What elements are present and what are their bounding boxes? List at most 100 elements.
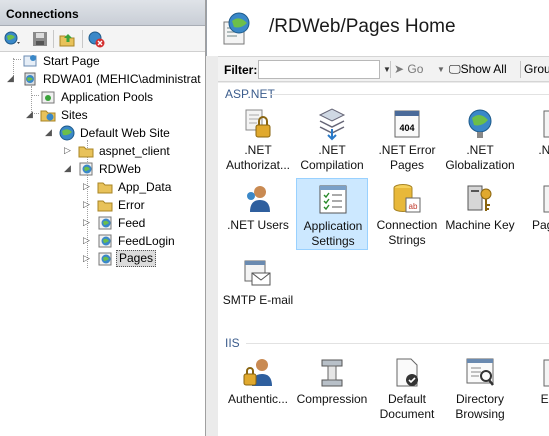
- expand-toggle[interactable]: ▷: [83, 218, 92, 227]
- tree-item-label: Start Page: [43, 54, 100, 68]
- lock-icon: [245, 109, 271, 138]
- feature-label: Default Document: [379, 392, 435, 421]
- tree-item-label: Error: [118, 198, 145, 212]
- feature-label: Pag Co: [531, 218, 549, 232]
- connections-toolbar: [0, 26, 205, 52]
- expand-toggle[interactable]: ▷: [64, 146, 73, 155]
- tree-item-label: Application Pools: [61, 90, 154, 104]
- feature-net-error-pages[interactable]: 404 .NET Error Pages: [371, 103, 443, 175]
- feature-compression[interactable]: Compression: [296, 352, 368, 424]
- collapse-toggle[interactable]: ◢: [45, 128, 54, 137]
- expand-toggle[interactable]: ▷: [83, 182, 92, 191]
- collapse-toggle[interactable]: ◢: [64, 164, 73, 173]
- authentication-icon: [243, 359, 272, 386]
- feature-label: .NET Compilation: [300, 143, 364, 172]
- feature-net-compilation[interactable]: .NET Compilation: [296, 103, 368, 175]
- section-title-iis: IIS: [225, 336, 240, 350]
- filter-input[interactable]: [258, 60, 380, 79]
- delete-connection-icon[interactable]: [87, 30, 105, 48]
- save-icon[interactable]: [31, 30, 49, 48]
- web-application-icon: [223, 12, 250, 45]
- web-application-icon: [79, 162, 93, 176]
- go-label: Go: [407, 62, 424, 76]
- tree-item-label: Feed: [118, 216, 146, 230]
- mail-icon: [244, 260, 271, 286]
- feature-net-users[interactable]: .NET Users: [222, 178, 294, 250]
- document-icon: [543, 185, 549, 213]
- folder-icon: [97, 182, 113, 194]
- expand-toggle[interactable]: ▷: [83, 254, 92, 263]
- web-application-icon: [98, 234, 112, 248]
- feature-label: Application Settings: [303, 219, 363, 248]
- tree-item-label: RDWA01 (MEHIC\administrat: [43, 72, 201, 86]
- filter-label: Filter:: [224, 63, 258, 77]
- server-icon: [24, 72, 36, 86]
- show-all-icon: 🖵: [449, 62, 461, 76]
- feature-net-globalization[interactable]: .NET Globalization: [444, 103, 516, 175]
- feature-directory-browsing[interactable]: Directory Browsing: [444, 352, 516, 424]
- chevron-down-icon[interactable]: ▼: [437, 65, 445, 74]
- web-application-icon: [98, 252, 112, 266]
- go-button[interactable]: ➤ Go: [394, 62, 423, 76]
- application-pools-icon: [41, 91, 55, 104]
- globe-icon: [468, 109, 492, 138]
- folder-icon: [97, 200, 113, 212]
- features-pane: /RDWeb/Pages Home Filter: ▼ ➤ Go ▼ 🖵Show…: [206, 0, 549, 436]
- tree-item-label: App_Data: [118, 180, 172, 194]
- feature-label: Directory Browsing: [455, 392, 505, 421]
- feature-net-partial[interactable]: .NET: [516, 103, 549, 175]
- sites-icon: [40, 110, 56, 122]
- feature-pages-controls[interactable]: Pag Co: [516, 178, 549, 250]
- filter-toolbar: Filter: ▼ ➤ Go ▼ 🖵Show All Group: [218, 56, 549, 82]
- up-icon[interactable]: [58, 30, 76, 48]
- tree-item-label: Sites: [61, 108, 88, 122]
- compression-icon: [321, 359, 343, 387]
- tree-item-label: aspnet_client: [99, 144, 170, 158]
- page-header: /RDWeb/Pages Home: [206, 0, 549, 56]
- database-icon: ab: [393, 184, 421, 213]
- collapse-toggle[interactable]: ◢: [26, 110, 35, 119]
- tree-item-label: Default Web Site: [80, 126, 170, 140]
- feature-label: Machine Key: [445, 218, 515, 232]
- compilation-icon: [318, 108, 346, 141]
- feature-net-authorization[interactable]: .NET Authorizat...: [222, 103, 294, 175]
- users-icon: [247, 186, 270, 212]
- settings-list-icon: [319, 185, 347, 214]
- feature-label: .NET Error Pages: [378, 143, 436, 172]
- show-all-button[interactable]: 🖵Show All: [449, 62, 507, 77]
- show-all-label: Show All: [460, 62, 507, 76]
- expand-toggle[interactable]: ▷: [83, 236, 92, 245]
- connect-icon[interactable]: [3, 30, 21, 48]
- feature-label: .NET Globalization: [445, 143, 515, 172]
- default-document-icon: [396, 358, 418, 387]
- tree-item-label: FeedLogin: [118, 234, 175, 248]
- feature-label: Connection Strings: [376, 218, 438, 247]
- document-icon: [543, 110, 549, 138]
- svg-text:ab: ab: [409, 202, 418, 211]
- page-title: /RDWeb/Pages Home: [269, 16, 456, 37]
- folder-icon: [78, 146, 94, 158]
- error-page-icon: 404: [394, 110, 420, 138]
- feature-application-settings[interactable]: Application Settings: [296, 178, 368, 250]
- connections-pane: Connections Start Page ◢ RDWA01 (MEHIC\a…: [0, 0, 206, 436]
- features-view: ASP.NET .NET Authorizat... .NET Compilat…: [218, 83, 549, 436]
- feature-connection-strings[interactable]: ab Connection Strings: [371, 178, 443, 250]
- web-application-icon: [98, 216, 112, 230]
- feature-authentication[interactable]: Authentic...: [222, 352, 294, 424]
- feature-default-document[interactable]: Default Document: [371, 352, 443, 424]
- connections-title: Connections: [0, 0, 205, 26]
- go-icon: ➤: [394, 62, 408, 76]
- start-page-icon: [23, 55, 37, 67]
- feature-label: Compression: [296, 392, 368, 406]
- svg-text:404: 404: [399, 123, 414, 133]
- section-title-aspnet: ASP.NET: [225, 87, 275, 101]
- group-by-button[interactable]: Group: [524, 62, 549, 76]
- machine-key-icon: [467, 185, 492, 211]
- feature-machine-key[interactable]: Machine Key: [444, 178, 516, 250]
- error-page-icon: [543, 359, 549, 387]
- feature-smtp-email[interactable]: SMTP E-mail: [222, 253, 294, 325]
- collapse-toggle[interactable]: ◢: [7, 74, 16, 83]
- feature-error-pages[interactable]: Erro: [516, 352, 549, 424]
- globe-icon: [59, 125, 75, 141]
- expand-toggle[interactable]: ▷: [83, 200, 92, 209]
